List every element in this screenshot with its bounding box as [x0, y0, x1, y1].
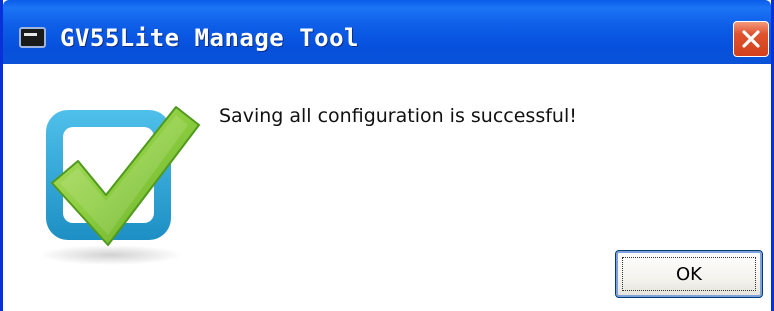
close-x-icon [742, 30, 760, 48]
ok-button[interactable]: OK [615, 250, 763, 298]
dialog-body: Saving all configuration is successful! … [3, 64, 771, 311]
message-text: Saving all configuration is successful! [219, 105, 577, 127]
ok-button-label: OK [622, 257, 756, 291]
window-title: GV55Lite Manage Tool [60, 24, 359, 52]
page: GV55Lite Manage Tool Saving all configur… [0, 0, 774, 311]
success-checkmark-icon [39, 106, 200, 265]
dialog-window: GV55Lite Manage Tool Saving all configur… [0, 0, 774, 311]
title-bar[interactable]: GV55Lite Manage Tool [3, 0, 771, 64]
close-button[interactable] [733, 21, 769, 57]
console-window-icon [19, 27, 46, 48]
